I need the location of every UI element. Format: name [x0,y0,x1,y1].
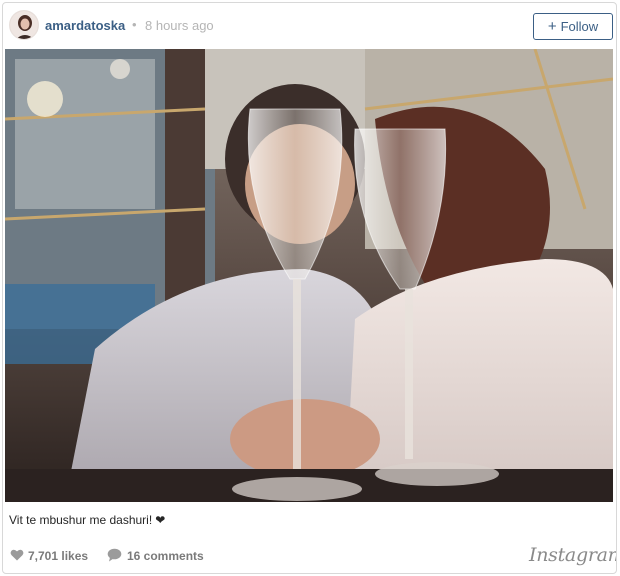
separator-dot: • [132,17,137,32]
heart-emoji-icon: ❤ [155,513,166,527]
follow-button[interactable]: + Follow [533,13,613,40]
post-header: amardatoska • 8 hours ago + Follow [3,3,616,49]
instagram-logo[interactable]: Instagram [529,544,616,566]
post-footer: 7,701 likes 16 comments Instagram [3,540,616,572]
plus-icon: + [547,18,557,35]
heart-icon[interactable] [10,548,24,562]
avatar-image [10,11,38,39]
photo-image [5,49,613,502]
post-timestamp[interactable]: 8 hours ago [145,18,214,33]
avatar[interactable] [9,10,39,40]
comment-bubble-icon[interactable] [107,548,122,562]
post-photo[interactable] [5,49,613,502]
likes-count[interactable]: 7,701 likes [28,549,88,563]
caption-text: Vit te mbushur me dashuri! [9,513,153,527]
comments-count[interactable]: 16 comments [127,549,204,563]
follow-label: Follow [560,19,599,34]
instagram-embed-card: amardatoska • 8 hours ago + Follow Vit t… [2,2,617,574]
username-link[interactable]: amardatoska [45,18,125,33]
post-caption: Vit te mbushur me dashuri! ❤ [9,513,165,527]
